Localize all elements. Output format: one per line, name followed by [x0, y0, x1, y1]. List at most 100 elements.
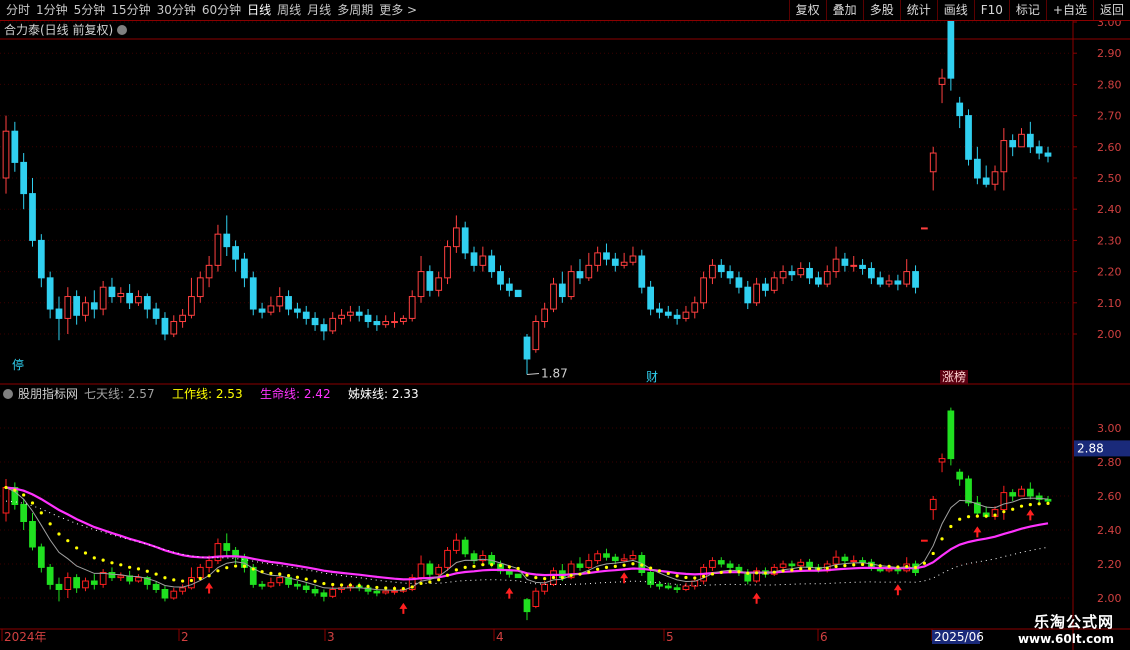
main-tick-label-0: 2.00 — [1097, 328, 1122, 341]
work-line-dot-4 — [39, 511, 43, 515]
tool-button-0[interactable]: 复权 — [788, 0, 826, 20]
candle-body-15 — [135, 296, 142, 304]
work-line-dot-29 — [260, 570, 264, 574]
work-line-dot-13 — [119, 563, 123, 567]
ind-candle-body-60 — [532, 590, 540, 608]
tool-button-3[interactable]: 统计 — [899, 0, 937, 20]
candle-body-45 — [400, 317, 407, 323]
ind-candle-body-74 — [656, 583, 663, 587]
candle-body-25 — [223, 233, 231, 248]
work-line-dot-106 — [940, 537, 944, 541]
period-tab-8[interactable]: 月线 — [301, 0, 331, 20]
ind-candle-body-10 — [90, 580, 98, 585]
work-line-dot-79 — [702, 574, 706, 578]
candle-body-3 — [29, 193, 36, 241]
ind-candle-body-116 — [1026, 488, 1034, 497]
work-line-dot-23 — [207, 574, 211, 578]
work-line-dot-64 — [569, 573, 573, 577]
work-line-dot-93 — [825, 566, 829, 570]
work-line-dot-63 — [560, 575, 564, 580]
work-line-dot-48 — [428, 580, 432, 584]
work-line-dot-39 — [348, 583, 352, 587]
work-line-dot-53 — [472, 564, 476, 568]
period-tab-10[interactable]: 更多 > — [373, 0, 417, 20]
period-tab-2[interactable]: 5分钟 — [68, 0, 106, 20]
work-line-dot-118 — [1046, 501, 1050, 505]
work-line-dot-99 — [878, 564, 882, 568]
period-tab-5[interactable]: 60分钟 — [196, 0, 241, 20]
tool-button-6[interactable]: 标记 — [1008, 0, 1046, 20]
work-line-dot-110 — [975, 514, 979, 518]
ind-candle-body-8 — [73, 577, 81, 589]
period-tab-3[interactable]: 15分钟 — [105, 0, 150, 20]
tool-button-7[interactable]: +自选 — [1045, 0, 1093, 20]
work-line-dot-21 — [189, 578, 194, 583]
ind-tick-label-0: 2.00 — [1097, 592, 1122, 605]
candle-body-20 — [179, 314, 186, 323]
ind-candle-body-67 — [594, 553, 602, 562]
period-tab-7[interactable]: 周线 — [271, 0, 301, 20]
work-line-dot-32 — [286, 574, 291, 578]
candle-body-54 — [479, 255, 487, 266]
work-line-dot-111 — [984, 514, 988, 518]
tool-button-1[interactable]: 叠加 — [825, 0, 863, 20]
candle-body-41 — [364, 314, 372, 323]
candle-body-9 — [82, 302, 89, 316]
candle-body-74 — [656, 308, 663, 313]
work-line-dot-51 — [454, 568, 458, 572]
ind-candle-body-108 — [956, 471, 964, 480]
candle-body-105 — [929, 152, 937, 173]
period-tab-1[interactable]: 1分钟 — [30, 0, 68, 20]
work-line-dot-36 — [322, 581, 326, 586]
tool-button-2[interactable]: 多股 — [862, 0, 900, 20]
work-line-dot-49 — [437, 578, 441, 582]
grid-lines — [0, 21, 1073, 599]
work-line-dot-38 — [339, 583, 344, 587]
ind-candle-body-31 — [276, 577, 284, 584]
period-tab-4[interactable]: 30分钟 — [151, 0, 196, 20]
candle-body-44 — [391, 321, 398, 324]
ind-candle-body-88 — [779, 563, 787, 568]
ind-candle-body-51 — [452, 539, 460, 551]
xaxis-label-2: 3 — [327, 630, 335, 644]
work-line-dot-41 — [366, 584, 370, 589]
candle-body-38 — [338, 314, 345, 319]
work-line-dot-86 — [763, 571, 768, 575]
candle-body-103 — [912, 271, 919, 288]
work-line-dot-80 — [710, 572, 715, 576]
work-line-dot-18 — [163, 576, 167, 580]
period-tab-9[interactable]: 多周期 — [331, 0, 373, 20]
work-line-dot-3 — [30, 501, 35, 505]
period-tabs: 分时 1分钟 5分钟 15分钟 30分钟 60分钟 日线 周线 月线 多周期 更多 > — [0, 0, 417, 20]
period-tab-0[interactable]: 分时 — [0, 0, 30, 20]
main-tick-label-8: 2.80 — [1097, 78, 1122, 91]
ind-candle-body-82 — [726, 563, 734, 568]
main-tick-label-5: 2.50 — [1097, 172, 1122, 185]
candle-body-34 — [302, 311, 310, 319]
indicator-value-2: 生命线: 2.42 — [260, 386, 331, 401]
ind-candle-body-37 — [329, 589, 337, 597]
work-line-dot-42 — [375, 585, 379, 590]
ind-candle-body-105 — [929, 498, 937, 511]
tool-button-8[interactable]: 返回 — [1092, 0, 1130, 20]
tool-button-5[interactable]: F10 — [973, 0, 1009, 20]
candle-body-51 — [452, 227, 460, 248]
xaxis-label-4: 5 — [666, 630, 674, 644]
ind-tick-label-1: 2.20 — [1097, 558, 1122, 571]
work-line-dot-2 — [22, 493, 26, 497]
candle-body-7 — [64, 296, 72, 319]
candle-body-55 — [488, 255, 496, 273]
tool-button-4[interactable]: 画线 — [936, 0, 974, 20]
stock-chart[interactable]: 2.00 2.10 2.20 2.30 2.40 2.50 2.60 2.70 2.80 2.90… — [0, 21, 1130, 650]
ind-candle-body-13 — [117, 575, 125, 579]
period-tab-6[interactable]: 日线 — [241, 0, 271, 20]
ind-candle-body-77 — [682, 585, 690, 590]
main-tick-label-9: 2.90 — [1097, 47, 1122, 60]
candle-body-89 — [788, 271, 796, 276]
work-line-dot-117 — [1037, 502, 1041, 506]
main-tick-label-3: 2.30 — [1097, 234, 1122, 247]
candle-body-21 — [188, 296, 195, 316]
ind-candle-body-58 — [514, 573, 522, 579]
work-line-dot-35 — [313, 579, 317, 583]
work-line-dot-11 — [101, 558, 105, 562]
